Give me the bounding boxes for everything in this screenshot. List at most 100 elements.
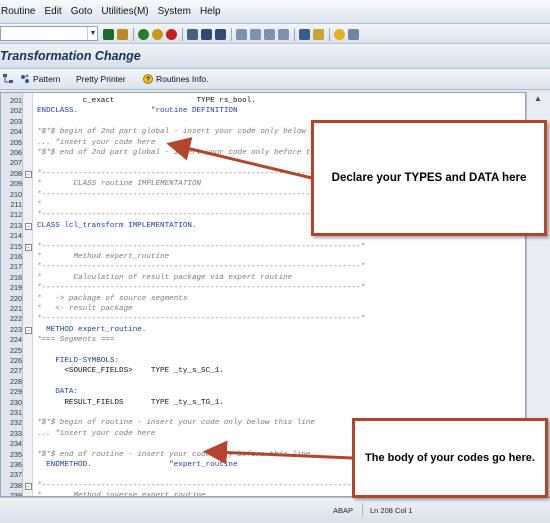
code-line[interactable]: 225 [1, 345, 525, 356]
line-number: 203 [10, 116, 22, 126]
line-number: 216 [10, 252, 22, 261]
menu-goto[interactable]: Goto [71, 6, 102, 17]
code-text: *$*$ end of 2nd part global - insert you… [37, 149, 347, 157]
routines-info-button[interactable]: ? Routines Info. [143, 74, 208, 84]
find-icon[interactable] [201, 28, 212, 40]
enter-icon[interactable] [103, 28, 114, 40]
code-line[interactable]: 226 FIELD-SYMBOLS: [1, 356, 525, 366]
code-line[interactable]: 223- METHOD expert_routine. [1, 324, 525, 335]
code-line[interactable]: 229 DATA: [1, 387, 525, 397]
line-number: 214 [10, 231, 22, 241]
line-number: 236 [10, 460, 22, 469]
help-icon[interactable] [334, 28, 345, 40]
line-number: 211 [10, 200, 22, 209]
code-text: * <- result package [37, 305, 133, 313]
next-page-icon[interactable] [264, 28, 275, 40]
line-number: 234 [10, 439, 22, 449]
routines-info-label: Routines Info. [156, 74, 209, 84]
code-line[interactable]: 201 c_exact TYPE rs_bool. [1, 96, 525, 106]
first-page-icon[interactable] [236, 28, 247, 40]
line-number: 230 [10, 397, 22, 407]
code-text: *$*$ begin of 2nd part global - insert y… [37, 128, 352, 137]
print-icon[interactable] [187, 28, 198, 40]
code-line[interactable]: 219 *------------------------------------… [1, 283, 525, 293]
layout-icon[interactable] [348, 28, 359, 40]
line-number: 229 [10, 387, 22, 397]
code-line[interactable]: 222 *------------------------------------… [1, 314, 525, 324]
last-page-icon[interactable] [278, 28, 289, 40]
exit-icon[interactable] [152, 28, 163, 40]
code-line[interactable]: 231 [1, 408, 525, 418]
line-number: 201 [10, 96, 22, 105]
line-number: 227 [10, 366, 22, 376]
standard-toolbar: ▼ [0, 24, 550, 44]
code-text: c_exact TYPE rs_bool. [37, 97, 256, 105]
pattern-icon [21, 74, 29, 83]
code-line[interactable]: 215- *-----------------------------------… [1, 242, 525, 252]
line-number: 235 [10, 449, 22, 459]
fold-toggle-icon[interactable]: - [25, 326, 32, 334]
code-line[interactable]: 220 * -> package of source segments [1, 293, 525, 304]
shortcut-icon[interactable] [313, 28, 324, 40]
line-number: 233 [10, 428, 22, 438]
fold-toggle-icon[interactable]: - [25, 482, 32, 490]
code-line[interactable]: 202 ENDCLASS. "routine DEFINITION [1, 106, 525, 116]
line-number: 205 [10, 137, 22, 147]
fold-toggle-icon[interactable]: - [25, 222, 32, 230]
code-text: *---------------------------------------… [37, 263, 366, 272]
fold-toggle-icon[interactable]: - [25, 243, 32, 251]
pattern-button[interactable]: Pattern [20, 74, 60, 84]
previous-page-icon[interactable] [250, 28, 261, 40]
line-number: 237 [10, 470, 22, 480]
pretty-printer-button[interactable]: Pretty Printer [76, 74, 126, 84]
menu-system[interactable]: System [158, 6, 200, 17]
menu-help[interactable]: Help [200, 6, 230, 17]
back-icon[interactable] [138, 28, 149, 40]
line-number: 212 [10, 210, 22, 220]
save-icon[interactable] [117, 28, 128, 40]
line-number: 206 [10, 148, 22, 157]
scroll-up-icon[interactable]: ▲ [531, 94, 545, 106]
cancel-icon[interactable] [166, 28, 177, 40]
command-field[interactable]: ▼ [0, 26, 98, 41]
code-text: * CLASS routine IMPLEMENTATION [37, 180, 202, 189]
code-text: ENDCLASS. "routine DEFINITION [37, 107, 238, 116]
code-text: ... "insert your code here [37, 429, 156, 438]
code-line[interactable]: 221 * <- result package [1, 304, 525, 314]
line-number: 207 [10, 158, 22, 168]
menu-routine[interactable]: Routine [0, 6, 44, 17]
line-number: 208 [10, 168, 22, 178]
code-line[interactable]: 217 *------------------------------------… [1, 262, 525, 272]
code-text: CLASS lcl_transform IMPLEMENTATION. [37, 221, 197, 230]
code-line[interactable]: 230 RESULT_FIELDS TYPE _ty_s_TG_1. [1, 397, 525, 408]
code-line[interactable]: 228 [1, 376, 525, 387]
svg-text:?: ? [146, 77, 150, 84]
code-line[interactable]: 218 * Calculation of result package via e… [1, 272, 525, 283]
code-text: <SOURCE_FIELDS> TYPE _ty_s_SC_1. [37, 367, 224, 376]
code-line[interactable]: 216 * Method expert_routine [1, 252, 525, 262]
code-text: *---------------------------------------… [37, 242, 366, 251]
line-number: 224 [10, 335, 22, 345]
code-line[interactable]: 224 *=== Segments === [1, 335, 525, 345]
line-number: 218 [10, 272, 22, 282]
line-number: 226 [10, 356, 22, 365]
line-number: 228 [10, 376, 22, 386]
new-session-icon[interactable] [299, 28, 310, 40]
line-number: 220 [10, 293, 22, 303]
chevron-down-icon[interactable]: ▼ [87, 27, 98, 40]
code-line[interactable]: 227 <SOURCE_FIELDS> TYPE _ty_s_SC_1. [1, 366, 525, 376]
line-number: 221 [10, 304, 22, 313]
fold-toggle-icon[interactable]: - [25, 170, 32, 178]
code-text: ENDMETHOD. "expert_routine [37, 461, 238, 469]
line-number: 225 [10, 345, 22, 355]
hierarchy-button[interactable] [3, 74, 16, 84]
code-text: * -> package of source segments [37, 294, 188, 303]
code-text: ... "insert your code here [37, 138, 156, 147]
find-next-icon[interactable] [215, 28, 226, 40]
callout-types-data-text: Declare your TYPES and DATA here [331, 172, 527, 184]
menu-utilities[interactable]: Utilities(M) [101, 6, 157, 17]
line-number: 209 [10, 179, 22, 189]
menu-edit[interactable]: Edit [44, 6, 70, 17]
line-number: 223 [10, 324, 22, 334]
status-divider [362, 503, 363, 517]
